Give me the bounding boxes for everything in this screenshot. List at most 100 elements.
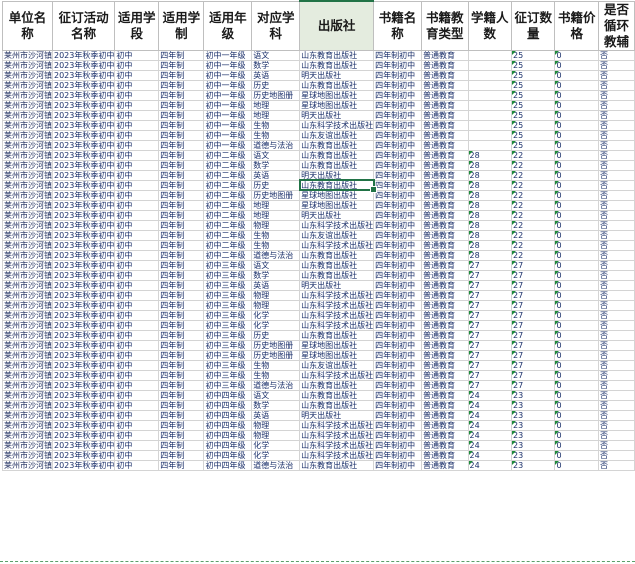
cell-school-system[interactable]: 四年制: [158, 359, 205, 371]
cell-order-quantity[interactable]: 25: [510, 59, 556, 71]
cell-education-type[interactable]: 普通教育: [420, 59, 469, 71]
cell-book-price[interactable]: 0: [554, 99, 599, 111]
cell-subject[interactable]: 历史地图册: [251, 189, 301, 201]
cell-grade[interactable]: 初中一年级: [203, 59, 253, 71]
cell-school-system[interactable]: 四年制: [158, 249, 205, 261]
cell-grade[interactable]: 初中三年级: [203, 259, 253, 271]
cell-book-name[interactable]: 四年制初中: [373, 219, 422, 231]
cell-is-recycled[interactable]: 否: [597, 89, 635, 101]
cell-school-stage[interactable]: 初中: [114, 139, 160, 151]
cell-publisher[interactable]: 山东教育出版社: [299, 259, 375, 271]
cell-grade[interactable]: 初中二年级: [203, 149, 253, 161]
cell-grade[interactable]: 初中一年级: [203, 129, 253, 141]
cell-unit-name[interactable]: 莱州市沙河镇: [2, 379, 53, 391]
cell-unit-name[interactable]: 莱州市沙河镇: [2, 299, 53, 311]
cell-book-price[interactable]: 0: [554, 369, 599, 381]
cell-enrolled-count[interactable]: 28: [467, 239, 513, 251]
column-header-unit-name[interactable]: 单位名称: [2, 0, 53, 51]
cell-grade[interactable]: 初中三年级: [203, 319, 253, 331]
cell-school-stage[interactable]: 初中: [114, 259, 160, 271]
cell-publisher[interactable]: 山东科学技术出版社: [299, 299, 375, 311]
cell-unit-name[interactable]: 莱州市沙河镇: [2, 309, 53, 321]
cell-is-recycled[interactable]: 否: [597, 59, 635, 71]
cell-book-price[interactable]: 0: [554, 279, 599, 291]
cell-grade[interactable]: 初中四年级: [203, 399, 253, 411]
cell-subject[interactable]: 物理: [251, 419, 301, 431]
cell-school-stage[interactable]: 初中: [114, 449, 160, 461]
column-header-order-activity[interactable]: 征订活动名称: [51, 0, 116, 51]
cell-school-stage[interactable]: 初中: [114, 289, 160, 301]
cell-subject[interactable]: 英语: [251, 409, 301, 421]
cell-grade[interactable]: 初中三年级: [203, 349, 253, 361]
cell-order-quantity[interactable]: 27: [510, 359, 556, 371]
cell-publisher[interactable]: 明天出版社: [299, 209, 375, 221]
cell-book-price[interactable]: 0: [554, 179, 599, 191]
cell-book-name[interactable]: 四年制初中: [373, 79, 422, 91]
cell-order-activity[interactable]: 2023年秋季初中: [51, 189, 116, 201]
cell-grade[interactable]: 初中二年级: [203, 249, 253, 261]
cell-publisher[interactable]: 山东科学技术出版社: [299, 449, 375, 461]
cell-school-system[interactable]: 四年制: [158, 189, 205, 201]
cell-school-stage[interactable]: 初中: [114, 439, 160, 451]
cell-book-price[interactable]: 0: [554, 119, 599, 131]
cell-grade[interactable]: 初中四年级: [203, 429, 253, 441]
cell-unit-name[interactable]: 莱州市沙河镇: [2, 109, 53, 121]
cell-school-stage[interactable]: 初中: [114, 229, 160, 241]
cell-school-stage[interactable]: 初中: [114, 189, 160, 201]
cell-is-recycled[interactable]: 否: [597, 429, 635, 441]
cell-publisher[interactable]: 星球地图出版社: [299, 89, 375, 101]
cell-book-name[interactable]: 四年制初中: [373, 59, 422, 71]
cell-school-system[interactable]: 四年制: [158, 179, 205, 191]
cell-order-quantity[interactable]: 23: [510, 399, 556, 411]
cell-order-quantity[interactable]: 23: [510, 439, 556, 451]
cell-grade[interactable]: 初中一年级: [203, 89, 253, 101]
cell-grade[interactable]: 初中一年级: [203, 69, 253, 81]
cell-is-recycled[interactable]: 否: [597, 359, 635, 371]
cell-is-recycled[interactable]: 否: [597, 289, 635, 301]
cell-education-type[interactable]: 普通教育: [420, 159, 469, 171]
cell-grade[interactable]: 初中二年级: [203, 229, 253, 241]
cell-education-type[interactable]: 普通教育: [420, 459, 469, 471]
cell-is-recycled[interactable]: 否: [597, 239, 635, 251]
cell-school-system[interactable]: 四年制: [158, 209, 205, 221]
cell-book-name[interactable]: 四年制初中: [373, 369, 422, 381]
cell-book-price[interactable]: 0: [554, 219, 599, 231]
cell-order-activity[interactable]: 2023年秋季初中: [51, 419, 116, 431]
cell-book-name[interactable]: 四年制初中: [373, 319, 422, 331]
cell-order-activity[interactable]: 2023年秋季初中: [51, 449, 116, 461]
cell-publisher[interactable]: 山东科学技术出版社: [299, 439, 375, 451]
cell-enrolled-count[interactable]: 27: [467, 329, 513, 341]
cell-school-stage[interactable]: 初中: [114, 169, 160, 181]
cell-is-recycled[interactable]: 否: [597, 169, 635, 181]
cell-education-type[interactable]: 普通教育: [420, 109, 469, 121]
cell-book-name[interactable]: 四年制初中: [373, 459, 422, 471]
cell-enrolled-count[interactable]: 28: [467, 249, 513, 261]
cell-publisher[interactable]: 山东教育出版社: [299, 249, 375, 261]
cell-school-stage[interactable]: 初中: [114, 239, 160, 251]
cell-school-system[interactable]: 四年制: [158, 459, 205, 471]
cell-subject[interactable]: 语文: [251, 149, 301, 161]
cell-publisher[interactable]: 山东科学技术出版社: [299, 239, 375, 251]
cell-book-name[interactable]: 四年制初中: [373, 189, 422, 201]
cell-order-quantity[interactable]: 25: [510, 49, 556, 61]
cell-subject[interactable]: 语文: [251, 389, 301, 401]
cell-subject[interactable]: 生物: [251, 129, 301, 141]
cell-education-type[interactable]: 普通教育: [420, 269, 469, 281]
cell-school-system[interactable]: 四年制: [158, 419, 205, 431]
cell-order-quantity[interactable]: 25: [510, 119, 556, 131]
cell-school-stage[interactable]: 初中: [114, 119, 160, 131]
cell-publisher[interactable]: 明天出版社: [299, 69, 375, 81]
cell-school-stage[interactable]: 初中: [114, 109, 160, 121]
cell-enrolled-count[interactable]: 28: [467, 189, 513, 201]
cell-order-quantity[interactable]: 22: [510, 159, 556, 171]
cell-order-activity[interactable]: 2023年秋季初中: [51, 399, 116, 411]
cell-order-activity[interactable]: 2023年秋季初中: [51, 149, 116, 161]
cell-education-type[interactable]: 普通教育: [420, 69, 469, 81]
cell-publisher[interactable]: 明天出版社: [299, 409, 375, 421]
cell-subject[interactable]: 化学: [251, 309, 301, 321]
cell-school-stage[interactable]: 初中: [114, 399, 160, 411]
cell-book-price[interactable]: 0: [554, 79, 599, 91]
cell-book-name[interactable]: 四年制初中: [373, 439, 422, 451]
cell-publisher[interactable]: 山东科学技术出版社: [299, 289, 375, 301]
cell-education-type[interactable]: 普通教育: [420, 439, 469, 451]
